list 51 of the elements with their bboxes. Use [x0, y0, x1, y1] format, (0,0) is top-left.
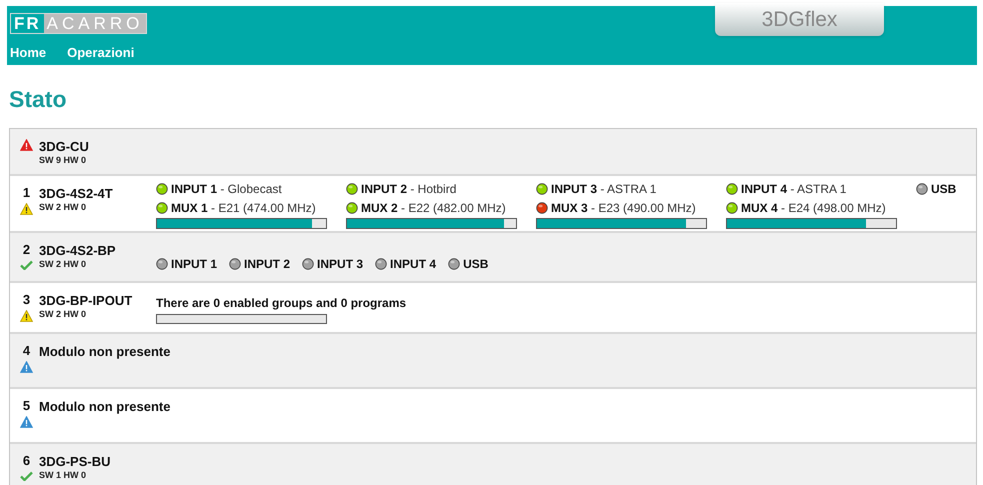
status-led-icon	[536, 202, 548, 214]
module-name: 3DG-CU	[39, 139, 89, 154]
signal-label: INPUT 4 - ASTRA 1	[741, 180, 846, 198]
logo: FR ACARRO	[10, 13, 148, 34]
signal-label: MUX 3 - E23 (490.00 MHz)	[551, 200, 696, 216]
nav-link[interactable]: Operazioni	[67, 43, 134, 62]
slot-number: 2	[22, 243, 30, 257]
status-led-icon	[346, 202, 358, 214]
status-led-icon	[536, 182, 548, 194]
slot-number: 6	[22, 454, 30, 468]
status-led-icon	[726, 202, 738, 214]
status-led-icon	[229, 258, 242, 270]
signal-label: INPUT 1 - Globecast	[171, 180, 282, 198]
signal-label: INPUT 3 - ASTRA 1	[551, 180, 656, 198]
version-text: SW 2 HW 0	[39, 201, 88, 214]
signal-label: INPUT 2 - Hotbird	[361, 180, 456, 198]
module-name: Modulo non presente	[39, 344, 170, 359]
status-led-icon	[156, 258, 168, 270]
status-led-icon	[726, 182, 738, 194]
status-led-icon	[302, 258, 314, 270]
status-led-icon	[916, 182, 928, 194]
port-label: USB	[463, 256, 488, 273]
module-name: 3DG-PS-BU	[39, 454, 111, 469]
summary-text: There are 0 enabled groups and 0 programs	[156, 295, 406, 312]
port-label: INPUT 4	[390, 256, 436, 273]
status-led-icon	[156, 202, 168, 214]
signal-label: MUX 2 - E22 (482.00 MHz)	[361, 200, 506, 216]
status-led-icon	[375, 258, 388, 270]
usb-label: USB	[931, 180, 956, 198]
status-led-icon	[448, 258, 460, 270]
slot-number: 3	[22, 293, 30, 307]
status-led-icon	[156, 182, 168, 194]
status-led-icon	[346, 182, 358, 194]
module-name: Modulo non presente	[39, 399, 170, 414]
page-title: Stato	[9, 85, 68, 113]
port-label: INPUT 2	[244, 256, 290, 273]
nav-link[interactable]: Home	[10, 43, 46, 62]
version-text: SW 1 HW 0	[39, 469, 88, 482]
slot-number: 4	[22, 344, 30, 358]
module-name: 3DG-4S2-4T	[39, 186, 113, 201]
module-name: 3DG-BP-IPOUT	[39, 293, 132, 308]
slot-number: 5	[22, 399, 30, 413]
slot-number: 1	[22, 186, 30, 200]
version-text: SW 2 HW 0	[39, 258, 88, 271]
module-name: 3DG-4S2-BP	[39, 243, 116, 258]
signal-label: MUX 4 - E24 (498.00 MHz)	[741, 200, 886, 216]
port-label: INPUT 3	[317, 256, 364, 273]
port-label: INPUT 1	[171, 256, 218, 273]
version-text: SW 9 HW 0	[39, 154, 88, 167]
version-text: SW 2 HW 0	[39, 308, 88, 321]
signal-label: MUX 1 - E21 (474.00 MHz)	[171, 200, 316, 216]
